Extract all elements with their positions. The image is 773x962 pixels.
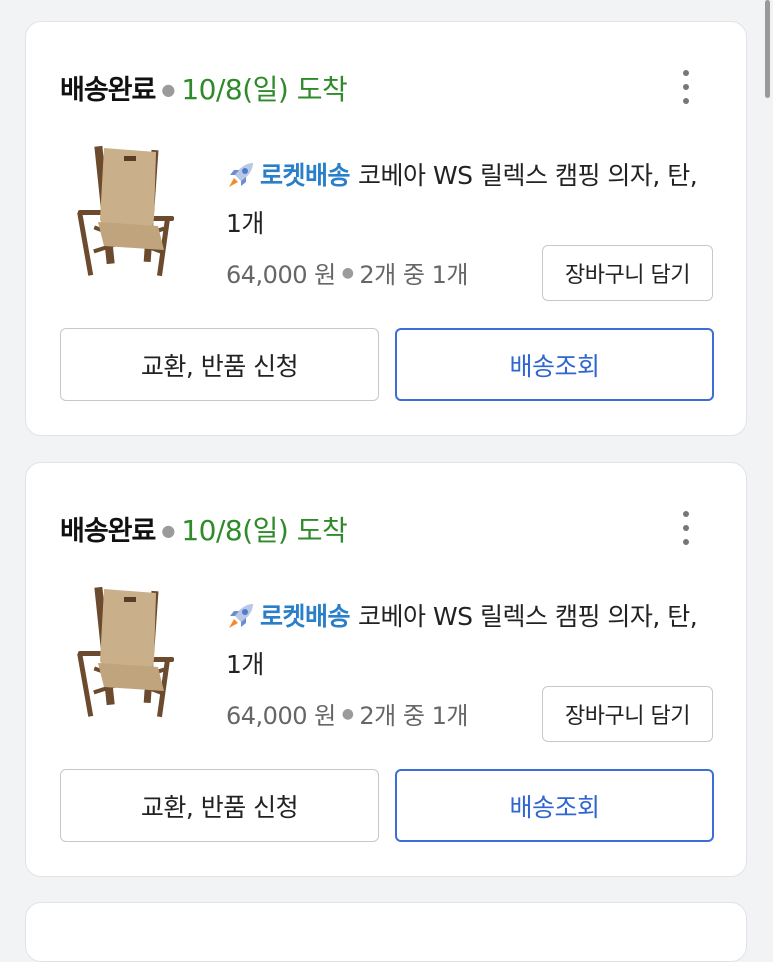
order-status: 배송완료 ● 10/8(일) 도착 (60, 68, 348, 108)
more-options-icon[interactable] (682, 70, 690, 104)
product-image[interactable] (74, 140, 182, 280)
product-price: 64,000 원 (226, 702, 336, 730)
separator-dot: ● (341, 705, 354, 722)
product-title[interactable]: 로켓배송 코베아 WS 릴렉스 캠핑 의자, 탄, 1개 (226, 152, 706, 248)
add-to-cart-button[interactable]: 장바구니 담기 (542, 686, 713, 742)
arrival-date: 10/8(일) 도착 (181, 514, 348, 547)
status-label: 배송완료 (60, 516, 156, 547)
price-row: 64,000 원 ● 2개 중 1개 (226, 255, 468, 290)
order-status: 배송완료 ● 10/8(일) 도착 (60, 509, 348, 549)
separator-dot: ● (341, 264, 354, 281)
price-row: 64,000 원 ● 2개 중 1개 (226, 696, 468, 731)
page-scrollbar[interactable] (765, 0, 770, 98)
arrival-date: 10/8(일) 도착 (181, 73, 348, 106)
order-card: 배송완료 ● 10/8(일) 도착 로켓배송 코베아 WS 릴렉스 캠핑 의자, … (25, 21, 747, 436)
quantity-info: 2개 중 1개 (359, 261, 468, 289)
order-card: 배송완료 ● 10/8(일) 도착 로켓배송 코베아 WS 릴렉스 캠핑 의자, … (25, 462, 747, 877)
rocket-icon (229, 163, 253, 187)
product-title[interactable]: 로켓배송 코베아 WS 릴렉스 캠핑 의자, 탄, 1개 (226, 593, 706, 689)
rocket-icon (229, 604, 253, 628)
separator-dot: ● (161, 80, 176, 99)
status-label: 배송완료 (60, 75, 156, 106)
exchange-return-button[interactable]: 교환, 반품 신청 (60, 769, 379, 842)
track-delivery-button[interactable]: 배송조회 (395, 769, 714, 842)
quantity-info: 2개 중 1개 (359, 702, 468, 730)
order-card (25, 902, 747, 962)
track-delivery-button[interactable]: 배송조회 (395, 328, 714, 401)
product-image[interactable] (74, 581, 182, 721)
add-to-cart-button[interactable]: 장바구니 담기 (542, 245, 713, 301)
rocket-delivery-label: 로켓배송 (260, 161, 351, 190)
more-options-icon[interactable] (682, 511, 690, 545)
exchange-return-button[interactable]: 교환, 반품 신청 (60, 328, 379, 401)
product-price: 64,000 원 (226, 261, 336, 289)
separator-dot: ● (161, 521, 176, 540)
rocket-delivery-label: 로켓배송 (260, 602, 351, 631)
